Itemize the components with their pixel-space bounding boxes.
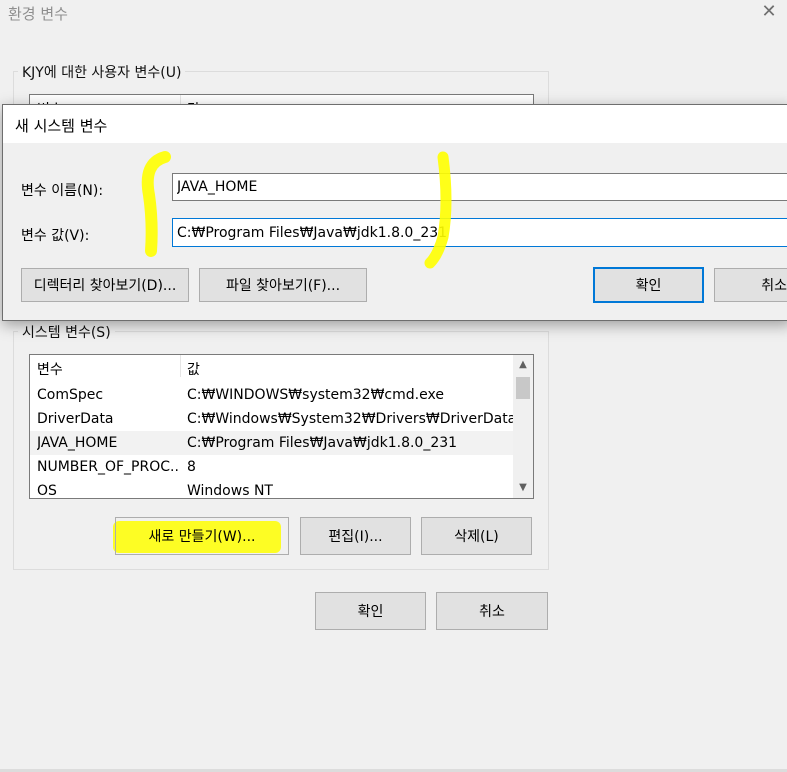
delete-variable-button[interactable]: 삭제(L) bbox=[421, 517, 532, 555]
row-variable-value: C:₩Program Files₩Java₩jdk1.8.0_231 bbox=[187, 435, 458, 451]
new-system-variable-dialog: 새 시스템 변수 변수 이름(N): 변수 값(V): 디렉터리 찾아보기(D)… bbox=[2, 104, 787, 321]
table-row[interactable]: ComSpec C:₩WINDOWS₩system32₩cmd.exe bbox=[30, 383, 513, 407]
row-variable-value: Windows NT bbox=[187, 483, 273, 499]
user-variables-label: KJY에 대한 사용자 변수(U) bbox=[18, 62, 186, 82]
new-variable-button[interactable]: 새로 만들기(W)... bbox=[115, 517, 289, 555]
table-row-selected[interactable]: JAVA_HOME C:₩Program Files₩Java₩jdk1.8.0… bbox=[30, 431, 513, 455]
row-variable-name: JAVA_HOME bbox=[37, 435, 118, 451]
system-variables-list[interactable]: 변수 값 ComSpec C:₩WINDOWS₩system32₩cmd.exe… bbox=[29, 354, 534, 499]
row-variable-value: C:₩Windows₩System32₩Drivers₩DriverData bbox=[187, 411, 513, 427]
close-icon[interactable]: ✕ bbox=[760, 2, 778, 22]
cancel-button[interactable]: 취소 bbox=[436, 592, 548, 630]
row-variable-name: OS bbox=[37, 483, 57, 499]
row-variable-value: C:₩WINDOWS₩system32₩cmd.exe bbox=[187, 387, 444, 403]
dialog-ok-button[interactable]: 확인 bbox=[593, 267, 704, 303]
system-list-header-value[interactable]: 값 bbox=[187, 359, 200, 379]
row-variable-name: NUMBER_OF_PROC... bbox=[37, 459, 179, 475]
row-variable-name: DriverData bbox=[37, 411, 114, 427]
window-title: 환경 변수 bbox=[8, 5, 68, 23]
scroll-down-icon[interactable]: ▼ bbox=[517, 481, 529, 495]
scroll-up-icon[interactable]: ▲ bbox=[517, 358, 529, 372]
right-bracket-mark bbox=[424, 151, 452, 269]
vertical-scrollbar[interactable]: ▲ ▼ bbox=[513, 355, 533, 498]
ok-button[interactable]: 확인 bbox=[315, 592, 426, 630]
dialog-cancel-button[interactable]: 취소 bbox=[714, 268, 787, 302]
table-row[interactable]: DriverData C:₩Windows₩System32₩Drivers₩D… bbox=[30, 407, 513, 431]
scroll-thumb[interactable] bbox=[516, 377, 530, 399]
left-bracket-mark bbox=[141, 151, 171, 257]
row-variable-value: 8 bbox=[187, 459, 196, 475]
table-row[interactable]: NUMBER_OF_PROC... 8 bbox=[30, 455, 513, 479]
system-variables-label: 시스템 변수(S) bbox=[18, 322, 115, 342]
edit-variable-button[interactable]: 편집(I)... bbox=[300, 517, 411, 555]
yellow-bracket-annotations bbox=[141, 151, 452, 269]
row-variable-name: ComSpec bbox=[37, 387, 104, 403]
system-list-header: 변수 값 bbox=[30, 355, 513, 380]
table-row[interactable]: OS Windows NT bbox=[30, 479, 513, 499]
system-list-header-name[interactable]: 변수 bbox=[37, 359, 63, 379]
